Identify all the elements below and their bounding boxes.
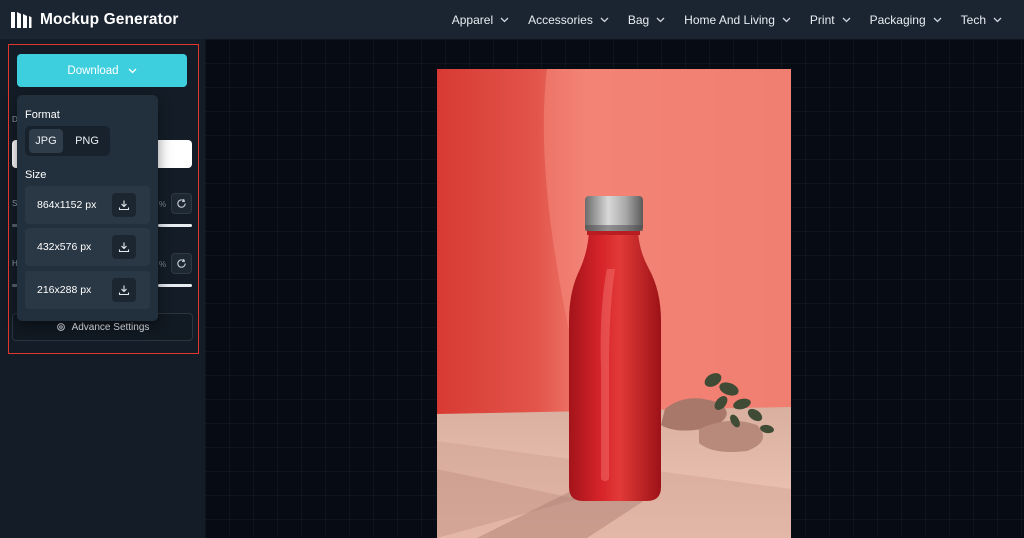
mockup-generator-logo-icon (11, 11, 32, 28)
download-button[interactable]: Download (17, 54, 187, 87)
nav-item-print[interactable]: Print (810, 13, 851, 27)
nav-item-home-and-living[interactable]: Home And Living (684, 13, 791, 27)
download-icon (118, 285, 130, 296)
nav-item-tech[interactable]: Tech (961, 13, 1002, 27)
brand-name: Mockup Generator (40, 10, 179, 28)
chevron-down-icon (128, 68, 137, 73)
size-option-label: 864x1152 px (37, 199, 97, 211)
format-option-png[interactable]: PNG (68, 129, 106, 153)
chevron-down-icon (933, 17, 942, 22)
refresh-icon (177, 198, 186, 208)
nav-item-label: Tech (960, 12, 986, 27)
download-options-menu: Format JPG PNG Size 864x1152 px 432x576 … (17, 95, 158, 321)
format-option-jpg[interactable]: JPG (29, 129, 63, 153)
chevron-down-icon (842, 17, 851, 22)
size-download-button[interactable] (112, 278, 136, 302)
format-toggle: JPG PNG (25, 126, 110, 156)
nav-item-packaging[interactable]: Packaging (870, 13, 942, 27)
width-slider[interactable] (158, 224, 192, 227)
size-option-864x1152[interactable]: 864x1152 px (25, 186, 150, 224)
top-navigation-bar: Mockup Generator Apparel Accessories Bag… (0, 0, 1024, 39)
height-slider[interactable] (158, 284, 192, 287)
lock-ratio-icon: % (159, 200, 167, 209)
chevron-down-icon (600, 17, 609, 22)
size-option-432x576[interactable]: 432x576 px (25, 228, 150, 266)
download-icon (118, 242, 130, 253)
nav-item-apparel[interactable]: Apparel (452, 13, 509, 27)
nav-item-label: Packaging (869, 12, 926, 27)
size-download-button[interactable] (112, 193, 136, 217)
nav-item-label: Apparel (451, 12, 494, 27)
category-nav: Apparel Accessories Bag Home And Living … (452, 0, 1002, 39)
refresh-icon (177, 258, 186, 268)
nav-item-label: Print (809, 12, 835, 27)
mockup-preview-image (437, 69, 791, 538)
nav-item-accessories[interactable]: Accessories (528, 13, 609, 27)
advance-settings-label: Advance Settings (71, 321, 150, 333)
size-heading: Size (25, 169, 47, 181)
nav-item-label: Bag (627, 12, 650, 27)
reset-width-button[interactable] (171, 193, 192, 214)
size-download-button[interactable] (112, 235, 136, 259)
chevron-down-icon (500, 17, 509, 22)
size-option-216x288[interactable]: 216x288 px (25, 271, 150, 309)
red-water-bottle-mockup (437, 69, 791, 538)
nav-item-bag[interactable]: Bag (628, 13, 665, 27)
format-heading: Format (25, 109, 60, 121)
download-icon (118, 200, 130, 211)
size-option-label: 432x576 px (37, 241, 92, 253)
nav-item-label: Home And Living (684, 12, 775, 27)
brand[interactable]: Mockup Generator (10, 11, 179, 29)
chevron-down-icon (656, 17, 665, 22)
nav-item-label: Accessories (528, 12, 593, 27)
chevron-down-icon (782, 17, 791, 22)
gear-icon (56, 323, 65, 331)
reset-height-button[interactable] (171, 253, 192, 274)
size-option-label: 216x288 px (37, 284, 92, 296)
lock-ratio-icon: % (159, 260, 167, 269)
download-button-label: Download (67, 64, 119, 77)
preview-canvas (205, 39, 1024, 538)
chevron-down-icon (993, 17, 1002, 22)
